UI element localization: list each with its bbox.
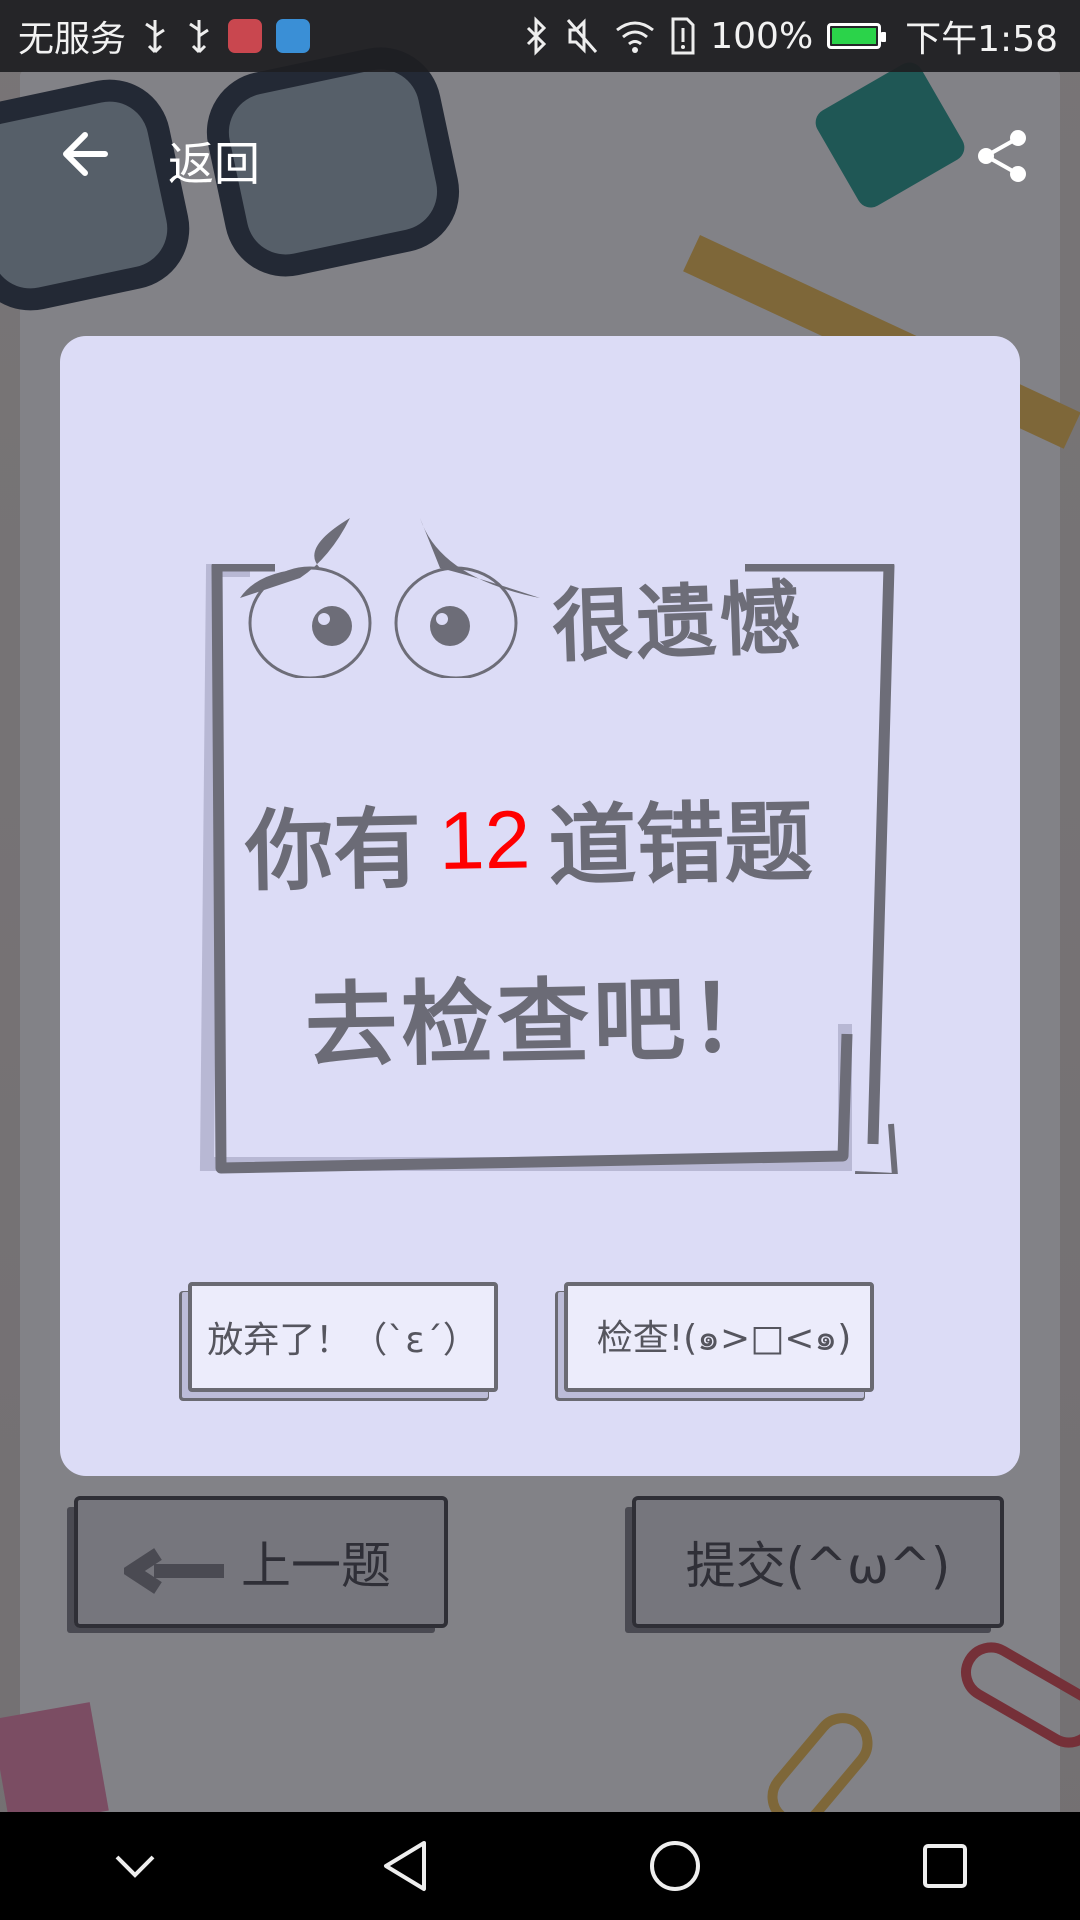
- regret-title: 很遗憾: [550, 571, 806, 674]
- previous-question-label: 上一题: [241, 1537, 391, 1595]
- message-prefix: 你有: [244, 797, 423, 904]
- submit-button[interactable]: 提交(^ω^): [632, 1496, 1004, 1628]
- back-button[interactable]: [40, 114, 130, 194]
- arrow-left-icon: [124, 1548, 224, 1594]
- app-notification-icon: [228, 19, 263, 53]
- bluetooth-icon: [527, 16, 547, 56]
- nav-home-button[interactable]: [625, 1816, 725, 1916]
- nav-recents-button[interactable]: [895, 1816, 995, 1916]
- give-up-label: 放弃了！（`ε´）: [207, 1320, 479, 1361]
- triangle-back-icon: [384, 1841, 426, 1891]
- battery-icon: [827, 23, 887, 49]
- check-prompt: 去检查吧！: [304, 964, 787, 1081]
- circle-home-icon: [650, 1841, 700, 1891]
- back-label[interactable]: 返回: [168, 128, 260, 194]
- wifi-icon: [616, 21, 655, 53]
- usb-debug-icon: [189, 20, 209, 54]
- check-label: 检查!(๑>□<๑): [596, 1317, 852, 1359]
- clock-text: 下午1:58: [905, 19, 1058, 60]
- give-up-button[interactable]: 放弃了！（`ε´）: [188, 1282, 498, 1392]
- nav-back-button[interactable]: [355, 1816, 455, 1916]
- app-notification-icon: [276, 19, 311, 53]
- top-app-bar: 返回: [0, 100, 1080, 210]
- sad-eyes-illustration: [240, 518, 540, 678]
- square-recents-icon: [923, 1844, 967, 1888]
- previous-question-button[interactable]: 上一题: [74, 1496, 448, 1628]
- sim-alert-icon: [671, 17, 695, 55]
- arrow-left-icon: [63, 132, 108, 176]
- nav-hide-button[interactable]: [85, 1816, 185, 1916]
- status-bar: 无服务 100% 下午1:58: [0, 0, 1080, 72]
- usb-icon: [145, 20, 165, 54]
- system-navigation-bar: [0, 1812, 1080, 1920]
- result-dialog: 很遗憾 你有 12 道错题 去检查吧！ 放弃了！（`ε´） 检查!(๑>□<๑): [60, 336, 1020, 1476]
- mute-icon: [567, 18, 598, 54]
- wrong-count-message: 你有 12 道错题: [244, 771, 866, 909]
- submit-label: 提交(^ω^): [685, 1537, 951, 1595]
- carrier-text: 无服务: [18, 19, 127, 60]
- check-button[interactable]: 检查!(๑>□<๑): [564, 1282, 874, 1392]
- message-suffix: 道错题: [547, 790, 814, 899]
- share-icon: [978, 130, 1026, 182]
- battery-percent: 100%: [710, 15, 814, 57]
- share-button[interactable]: [964, 118, 1040, 194]
- chevron-down-icon: [115, 1855, 155, 1878]
- wrong-count-number: 12: [438, 793, 532, 887]
